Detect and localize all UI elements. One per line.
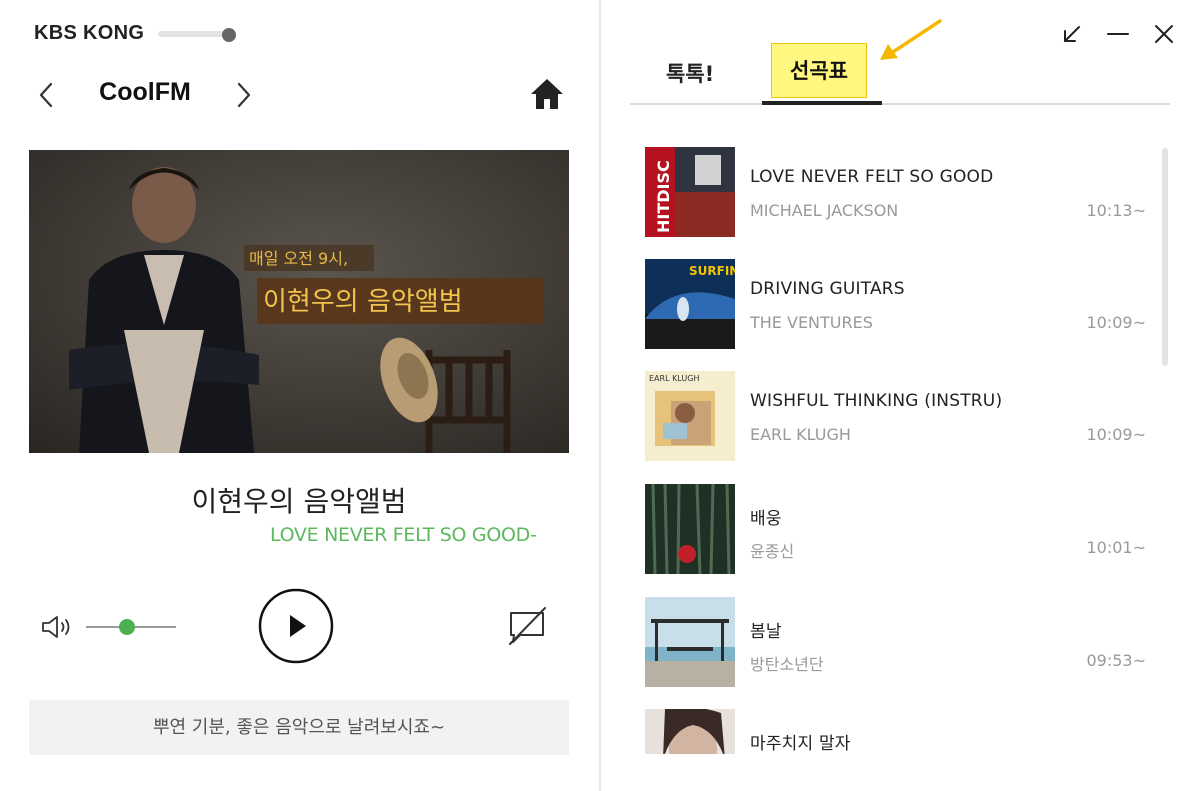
song-artist: 방탄소년단 <box>750 655 824 674</box>
brand-toggle[interactable] <box>158 28 236 42</box>
svg-text:매일 오전 9시,: 매일 오전 9시, <box>249 249 348 268</box>
home-icon <box>531 79 563 109</box>
song-artist: THE VENTURES <box>750 313 873 332</box>
next-channel-button[interactable] <box>230 80 258 110</box>
song-title: 마주치지 말자 <box>750 734 851 754</box>
playlist-item[interactable]: 마주치지 말자 <box>630 702 1160 754</box>
album-art <box>645 709 735 754</box>
album-art: EARL KLUGH <box>645 371 735 461</box>
song-time: 10:13~ <box>1086 201 1146 220</box>
volume-knob[interactable] <box>119 619 135 635</box>
player-panel: KBS KONG CoolFM 매일 오전 9시, 이현우의 음악앨범 이현우의… <box>0 0 599 791</box>
tab-talk[interactable]: 톡톡! <box>666 58 714 88</box>
channel-name: CoolFM <box>99 78 191 106</box>
close-button[interactable] <box>1150 20 1178 48</box>
prev-channel-button[interactable] <box>32 80 60 110</box>
volume-slider[interactable] <box>86 618 178 636</box>
home-button[interactable] <box>528 76 566 112</box>
brand-label: KBS KONG <box>34 22 145 44</box>
song-title: WISHFUL THINKING (INSTRU) <box>750 391 1003 411</box>
playlist-item[interactable]: 봄날 방탄소년단 09:53~ <box>630 590 1160 690</box>
minimize-button[interactable] <box>1104 20 1132 48</box>
comment-off-icon <box>509 607 546 645</box>
playlist-item[interactable]: EARL KLUGH WISHFUL THINKING (INSTRU) EAR… <box>630 364 1160 464</box>
svg-text:이현우의 음악앨범: 이현우의 음악앨범 <box>263 287 463 317</box>
song-title: DRIVING GUITARS <box>750 279 905 299</box>
playlist-item[interactable]: 배웅 윤종신 10:01~ <box>630 477 1160 577</box>
tab-playlist[interactable]: 선곡표 <box>771 43 867 98</box>
album-art: SURFIN' <box>645 259 735 349</box>
restore-icon <box>1064 26 1080 42</box>
song-artist: EARL KLUGH <box>750 425 851 444</box>
svg-text:EARL KLUGH: EARL KLUGH <box>649 374 699 383</box>
svg-text:SURFIN': SURFIN' <box>689 264 735 278</box>
album-art <box>645 484 735 574</box>
song-artist: 윤종신 <box>750 542 795 561</box>
playlist-scrollbar[interactable] <box>1162 148 1168 366</box>
play-button[interactable] <box>258 588 334 664</box>
tabs-divider <box>630 103 1170 105</box>
chevron-left-icon <box>39 82 53 108</box>
song-title: 배웅 <box>750 509 782 529</box>
now-playing-song: LOVE NEVER FELT SO GOOD- <box>270 524 537 546</box>
album-art <box>645 597 735 687</box>
playlist: HITDISC LOVE NEVER FELT SO GOOD MICHAEL … <box>630 140 1160 754</box>
toggle-track <box>158 31 230 37</box>
program-cover-image: 매일 오전 9시, 이현우의 음악앨범 <box>29 150 569 453</box>
tab-playlist-label: 선곡표 <box>790 59 848 83</box>
playlist-item[interactable]: SURFIN' DRIVING GUITARS THE VENTURES 10:… <box>630 252 1160 352</box>
message-banner[interactable]: 뿌연 기분, 좋은 음악으로 날려보시죠~ <box>29 700 569 755</box>
song-time: 10:09~ <box>1086 313 1146 332</box>
playlist-item[interactable]: HITDISC LOVE NEVER FELT SO GOOD MICHAEL … <box>630 140 1160 240</box>
song-time: 10:09~ <box>1086 425 1146 444</box>
panel-divider <box>599 0 601 791</box>
active-tab-indicator <box>762 101 882 105</box>
album-art: HITDISC <box>645 147 735 237</box>
chevron-right-icon <box>237 82 251 108</box>
svg-text:HITDISC: HITDISC <box>654 160 673 233</box>
song-title: LOVE NEVER FELT SO GOOD <box>750 167 994 187</box>
song-time: 10:01~ <box>1086 538 1146 557</box>
program-title: 이현우의 음악앨범 <box>191 485 407 518</box>
play-icon <box>258 588 334 664</box>
restore-button[interactable] <box>1058 20 1086 48</box>
song-artist: MICHAEL JACKSON <box>750 201 899 220</box>
comment-toggle-button[interactable] <box>505 604 549 648</box>
close-icon <box>1155 25 1173 43</box>
volume-button[interactable] <box>40 612 80 642</box>
song-time: 09:53~ <box>1086 651 1146 670</box>
annotation-arrow <box>874 16 946 66</box>
toggle-knob[interactable] <box>222 28 236 42</box>
song-title: 봄날 <box>750 622 782 642</box>
minimize-icon <box>1107 33 1129 35</box>
volume-icon <box>42 616 70 638</box>
